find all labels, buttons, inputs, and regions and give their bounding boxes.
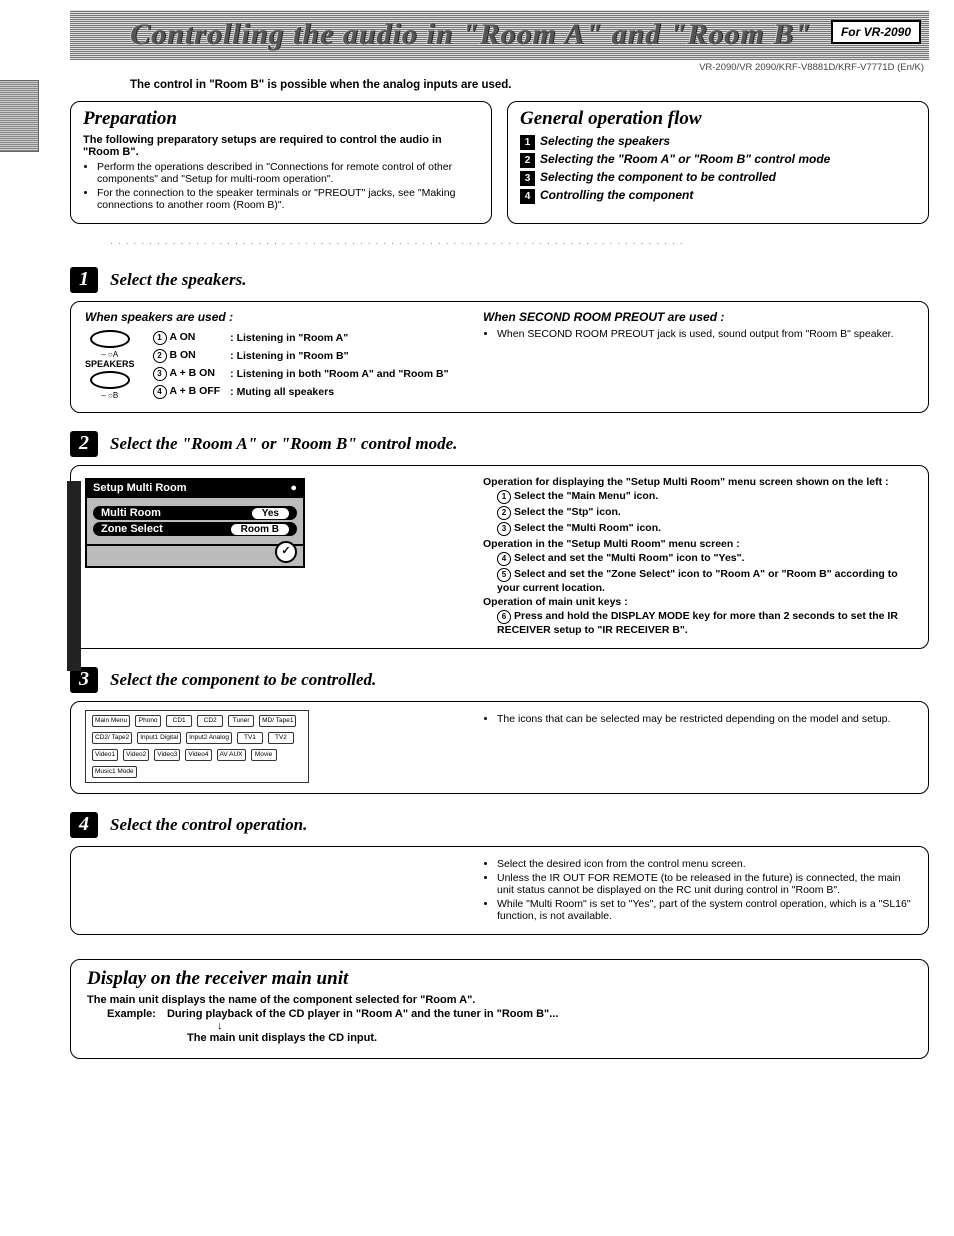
display-line1: The main unit displays the name of the c… xyxy=(87,994,912,1006)
preparation-lead: The following preparatory setups are req… xyxy=(83,134,479,158)
title-band: Controlling the audio in "Room A" and "R… xyxy=(70,10,929,60)
step1-left-sub: When speakers are used : xyxy=(85,310,465,324)
remote-icon: CD2 xyxy=(197,715,223,727)
display-example-label: Example: xyxy=(107,1008,156,1020)
speaker-settings-table: 1A ON: Listening in "Room A" 2B ON: List… xyxy=(147,328,455,402)
preparation-title: Preparation xyxy=(83,108,479,130)
step3-right-text: The icons that can be selected may be re… xyxy=(497,713,914,725)
remote-icon: Video4 xyxy=(185,749,211,761)
op2: 2Select the "Stp" icon. xyxy=(497,506,914,520)
op5: 5Select and set the "Zone Select" icon t… xyxy=(497,568,914,594)
step-4-title: Select the control operation. xyxy=(110,815,307,835)
step4-b3: While "Multi Room" is set to "Yes", part… xyxy=(497,898,914,922)
step1-right-text: When SECOND ROOM PREOUT jack is used, so… xyxy=(497,328,914,340)
remote-icon-strip: Main Menu Phono CD1 CD2 Tuner MD/ Tape1 CD2/ T… xyxy=(85,710,309,783)
remote-icon: Movie xyxy=(251,749,277,761)
speakers-icon: – ○A SPEAKERS – ○B xyxy=(85,328,135,402)
remote-icon: Video2 xyxy=(123,749,149,761)
op-in-label: Operation in the "Setup Multi Room" menu… xyxy=(483,538,914,550)
step-1-panel: When speakers are used : – ○A SPEAKERS –… xyxy=(70,301,929,413)
flow-box: General operation flow 1Selecting the sp… xyxy=(507,101,929,224)
op1: 1Select the "Main Menu" icon. xyxy=(497,490,914,504)
step4-b2: Unless the IR OUT FOR REMOTE (to be rele… xyxy=(497,872,914,896)
remote-icon: Tuner xyxy=(228,715,254,727)
step4-b1: Select the desired icon from the control… xyxy=(497,858,914,870)
for-model-badge: For VR-2090 xyxy=(831,20,921,44)
intro-text: The control in "Room B" is possible when… xyxy=(130,79,929,91)
osd-row-multiroom: Multi Room Yes xyxy=(93,506,297,520)
step-1-title: Select the speakers. xyxy=(110,270,246,290)
remote-icon: Phono xyxy=(135,715,161,727)
osd-row-zoneselect: Zone Select Room B xyxy=(93,522,297,536)
side-black-tab xyxy=(67,481,81,671)
step-4-panel: Select the desired icon from the control… xyxy=(70,846,929,935)
page-tab-icon xyxy=(0,80,39,152)
step1-right-sub: When SECOND ROOM PREOUT are used : xyxy=(483,310,914,324)
remote-icon: Music1 Mode xyxy=(92,766,137,778)
flow-item-1: 1Selecting the speakers xyxy=(520,134,916,150)
remote-icon: Video3 xyxy=(154,749,180,761)
prep-bullet-1: Perform the operations described in "Con… xyxy=(97,161,479,185)
remote-icon: TV1 xyxy=(237,732,263,744)
remote-icon: Input2 Analog xyxy=(186,732,232,744)
op6: 6Press and hold the DISPLAY MODE key for… xyxy=(497,610,914,636)
page-title: Controlling the audio in "Room A" and "R… xyxy=(70,18,812,52)
osd-screen: Setup Multi Room● Multi Room Yes Zone Se… xyxy=(85,478,305,568)
display-line2: The main unit displays the CD input. xyxy=(187,1032,912,1044)
display-arrow-icon: ↓ xyxy=(217,1020,912,1032)
preparation-box: Preparation The following preparatory se… xyxy=(70,101,492,224)
flow-item-2: 2Selecting the "Room A" or "Room B" cont… xyxy=(520,152,916,168)
display-box: Display on the receiver main unit The ma… xyxy=(70,959,929,1059)
remote-icon: MD/ Tape1 xyxy=(259,715,296,727)
step-2-badge: 2 xyxy=(70,431,98,457)
display-example-text: During playback of the CD player in "Roo… xyxy=(167,1008,558,1020)
models-line: VR-2090/VR 2090/KRF-V8881D/KRF-V7771D (E… xyxy=(70,62,924,73)
op-disp-label: Operation for displaying the "Setup Mult… xyxy=(483,476,914,488)
flow-item-3: 3Selecting the component to be controlle… xyxy=(520,170,916,186)
remote-icon: AV AUX xyxy=(217,749,246,761)
op3: 3Select the "Multi Room" icon. xyxy=(497,522,914,536)
op-main-label: Operation of main unit keys : xyxy=(483,596,914,608)
display-title: Display on the receiver main unit xyxy=(87,968,912,990)
step-2-panel: Setup Multi Room● Multi Room Yes Zone Se… xyxy=(70,465,929,649)
remote-icon: CD2/ Tape2 xyxy=(92,732,132,744)
prep-bullet-2: For the connection to the speaker termin… xyxy=(97,187,479,211)
remote-icon: Main Menu xyxy=(92,715,130,727)
flow-title: General operation flow xyxy=(520,108,916,130)
step-3-title: Select the component to be controlled. xyxy=(110,670,376,690)
step-1-badge: 1 xyxy=(70,267,98,293)
remote-icon: Input1 Digital xyxy=(137,732,181,744)
step-3-panel: Main Menu Phono CD1 CD2 Tuner MD/ Tape1 CD2/ T… xyxy=(70,701,929,794)
faded-strip: · · · · · · · · · · · · · · · · · · · · … xyxy=(110,238,929,249)
remote-icon: TV2 xyxy=(268,732,294,744)
step-2-title: Select the "Room A" or "Room B" control … xyxy=(110,434,457,454)
flow-item-4: 4Controlling the component xyxy=(520,188,916,204)
op4: 4Select and set the "Multi Room" icon to… xyxy=(497,552,914,566)
check-icon: ✓ xyxy=(275,541,297,563)
remote-icon: CD1 xyxy=(166,715,192,727)
remote-icon: Video1 xyxy=(92,749,118,761)
step-4-badge: 4 xyxy=(70,812,98,838)
